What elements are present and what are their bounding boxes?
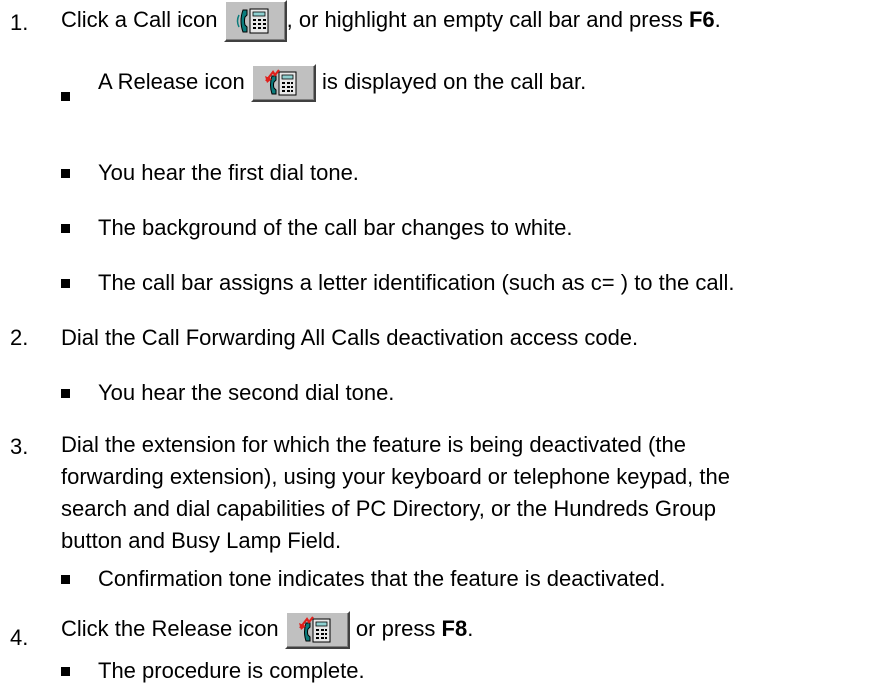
call-icon[interactable] bbox=[223, 0, 287, 42]
bullet-icon bbox=[61, 667, 70, 676]
step-text: Click the Release icon or press F8. bbox=[61, 611, 473, 649]
release-icon[interactable] bbox=[284, 611, 350, 649]
key-f6: F6 bbox=[688, 6, 715, 32]
bullet-icon bbox=[61, 92, 70, 101]
bullet-icon bbox=[61, 279, 70, 288]
bullet-icon bbox=[61, 224, 70, 233]
step-number: 3. bbox=[10, 434, 29, 459]
key-f8: F8 bbox=[441, 615, 468, 641]
bullet-icon bbox=[61, 575, 70, 584]
bullet-icon bbox=[61, 169, 70, 178]
bullet-icon bbox=[61, 389, 70, 398]
step-text: Dial the Call Forwarding All Calls deact… bbox=[61, 325, 639, 350]
step-number: 4. bbox=[10, 625, 29, 650]
release-icon[interactable] bbox=[250, 64, 316, 102]
step-text: Dial the extension for which the feature… bbox=[61, 432, 730, 553]
step-number: 1. bbox=[10, 10, 29, 35]
step-number: 2. bbox=[10, 325, 29, 350]
step-text: Click a Call icon , or highlight an empt… bbox=[61, 0, 721, 42]
